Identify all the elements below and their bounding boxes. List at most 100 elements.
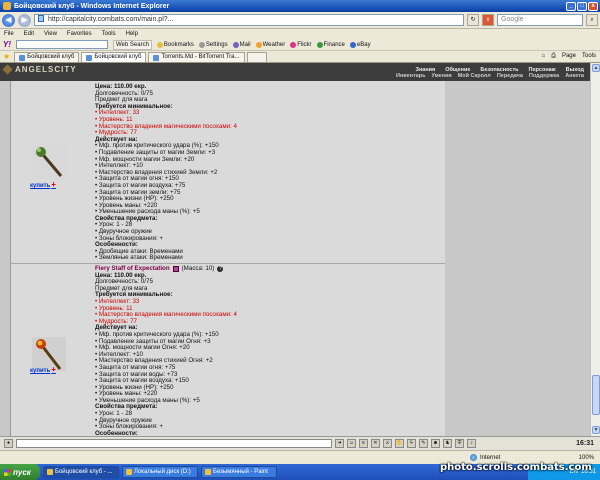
window-controls: _ □ x xyxy=(566,1,598,11)
minimize-button[interactable]: _ xyxy=(566,1,576,11)
scroll-up-arrow-icon[interactable]: ▲ xyxy=(592,64,600,72)
weather-button[interactable]: Weather xyxy=(255,41,285,48)
internet-zone-icon xyxy=(470,454,477,461)
address-row: ◀ ▶ http://capitalcity.combats.com/main.… xyxy=(0,12,600,29)
menu-edit[interactable]: Edit xyxy=(24,31,34,37)
back-button[interactable]: ◀ xyxy=(2,13,15,27)
site-nav-bottom: Инвентарь Умения Мой Скролл Передача Под… xyxy=(396,73,584,79)
settings-button[interactable]: Settings xyxy=(198,41,228,48)
artifact-icon xyxy=(172,266,179,273)
scroll-thumb[interactable] xyxy=(592,375,600,415)
scroll-icon[interactable]: ✎ xyxy=(419,439,428,448)
tab-page-icon xyxy=(153,54,160,61)
mail-icon xyxy=(232,41,239,48)
bookmarks-icon xyxy=(156,41,163,48)
forward-button[interactable]: ▶ xyxy=(18,13,31,27)
chat-bar: ● ➜ ☺ ≡ ✕ ⚔ ✋ ϟ ✎ ☻ ♞ ⛨ ♪ 16:31 xyxy=(0,436,600,450)
item-mass: (Масса: 10) xyxy=(181,265,215,272)
knight-icon[interactable]: ♞ xyxy=(443,439,452,448)
taskbar-ie[interactable]: Бойцовский клуб - ... xyxy=(43,466,119,478)
clear-icon[interactable]: ✕ xyxy=(371,439,380,448)
smiles-icon[interactable]: ☺ xyxy=(347,439,356,448)
nav-skills[interactable]: Умения xyxy=(431,73,451,79)
web-search-button[interactable]: Web Search xyxy=(113,39,152,50)
search-input[interactable]: Google xyxy=(497,14,583,26)
tab-page-icon xyxy=(86,54,93,61)
shop-item-1: купить+ Цена: 110.00 екр. Долговечность: … xyxy=(10,81,445,263)
address-bar[interactable]: http://capitalcity.combats.com/main.pl?.… xyxy=(34,14,464,26)
buy-link[interactable]: купить+ xyxy=(30,180,56,189)
item-stat-line: • Земляные атаки: Временами xyxy=(95,254,183,262)
stop-icon[interactable]: x xyxy=(482,14,494,26)
send-icon[interactable]: ➜ xyxy=(335,439,344,448)
plus-icon: + xyxy=(51,180,56,189)
nav-support[interactable]: Поддержка xyxy=(529,73,559,79)
yahoo-toolbar: Y! Web Search Bookmarks Settings Mail We… xyxy=(0,39,600,51)
search-icon[interactable]: ⌕ xyxy=(586,14,598,26)
page-menu[interactable]: Page xyxy=(562,53,576,60)
info-icon[interactable]: ? xyxy=(217,266,224,273)
window-title: Бойцовский клуб - Windows Internet Explo… xyxy=(14,2,170,10)
yahoo-search-input[interactable] xyxy=(16,40,108,49)
tab-tools: ⌂ ⎙ Page Tools xyxy=(542,53,600,60)
battle-icon[interactable]: ⚔ xyxy=(383,439,392,448)
print-icon[interactable]: ⎙ xyxy=(551,53,556,60)
maximize-button[interactable]: □ xyxy=(577,1,587,11)
site-header: ANGELSCITY Знания Общение Безопасность П… xyxy=(0,63,590,81)
menu-file[interactable]: File xyxy=(4,31,14,37)
tab-combats-1[interactable]: Бойцовский клуб xyxy=(14,52,80,62)
filter-icon[interactable]: ≡ xyxy=(359,439,368,448)
plus-icon: + xyxy=(51,365,56,374)
earth-staff-image xyxy=(32,145,66,179)
favorites-star-icon[interactable]: ★ xyxy=(3,52,10,61)
flickr-button[interactable]: Flickr xyxy=(290,41,312,48)
home-icon[interactable]: ⌂ xyxy=(542,53,546,60)
hands-icon[interactable]: ✋ xyxy=(395,439,404,448)
menu-tools[interactable]: Tools xyxy=(102,31,116,37)
nav-profile[interactable]: Анкета xyxy=(565,73,584,79)
bolt-icon[interactable]: ϟ xyxy=(407,439,416,448)
zoom-level[interactable]: 100% xyxy=(579,455,594,461)
finance-button[interactable]: Finance xyxy=(316,41,345,48)
refresh-icon[interactable]: ↻ xyxy=(467,14,479,26)
taskbar-explorer[interactable]: Локальный диск (D:) xyxy=(122,466,198,478)
vertical-scrollbar[interactable]: ▲ ▼ xyxy=(590,63,600,436)
address-url: http://capitalcity.combats.com/main.pl?.… xyxy=(47,16,174,23)
nav-transfer[interactable]: Передача xyxy=(497,73,523,79)
menu-bar: File Edit View Favorites Tools Help xyxy=(0,29,600,39)
menu-help[interactable]: Help xyxy=(126,31,138,37)
ebay-icon xyxy=(349,41,356,48)
window-titlebar: Бойцовский клуб - Windows Internet Explo… xyxy=(0,0,600,12)
taskbar-paint[interactable]: Безымянный - Paint xyxy=(201,466,277,478)
tab-new[interactable] xyxy=(246,52,267,62)
status-zone: Internet xyxy=(480,454,501,461)
chat-mode-icon[interactable]: ● xyxy=(4,439,13,448)
bookmarks-button[interactable]: Bookmarks xyxy=(156,41,194,48)
nav-my-scroll[interactable]: Мой Скролл xyxy=(458,73,491,79)
yahoo-logo[interactable]: Y! xyxy=(3,40,11,49)
tools-menu[interactable]: Tools xyxy=(582,53,596,60)
flickr-icon xyxy=(290,41,297,48)
tab-torrents[interactable]: Torrents.Md - BitTorrent Tra... xyxy=(148,52,245,62)
mail-button[interactable]: Mail xyxy=(232,41,251,48)
close-button[interactable]: x xyxy=(588,1,598,11)
nav-inventory[interactable]: Инвентарь xyxy=(396,73,425,79)
watermark: photo.scrolls.combats.com xyxy=(440,462,592,473)
sound-icon[interactable]: ♪ xyxy=(467,439,476,448)
windows-logo-icon xyxy=(4,468,11,476)
menu-view[interactable]: View xyxy=(44,31,57,37)
logo-icon xyxy=(2,64,13,75)
item-properties: Цена: 110.00 екр. Долговечность: 0/75 Пред… xyxy=(95,83,237,262)
ie-icon xyxy=(3,2,11,10)
scroll-down-arrow-icon[interactable]: ▼ xyxy=(592,426,600,434)
chat-input[interactable] xyxy=(16,439,332,448)
shield-icon[interactable]: ⛨ xyxy=(455,439,464,448)
person-icon[interactable]: ☻ xyxy=(431,439,440,448)
tab-bar: ★ Бойцовский клуб Бойцовский клуб Torren… xyxy=(0,51,600,63)
finance-icon xyxy=(316,41,323,48)
buy-link[interactable]: купить+ xyxy=(30,365,56,374)
menu-favorites[interactable]: Favorites xyxy=(67,31,92,37)
ebay-button[interactable]: eBay xyxy=(349,41,371,48)
start-button[interactable]: пуск xyxy=(0,464,40,480)
tab-combats-2[interactable]: Бойцовский клуб xyxy=(81,52,147,62)
